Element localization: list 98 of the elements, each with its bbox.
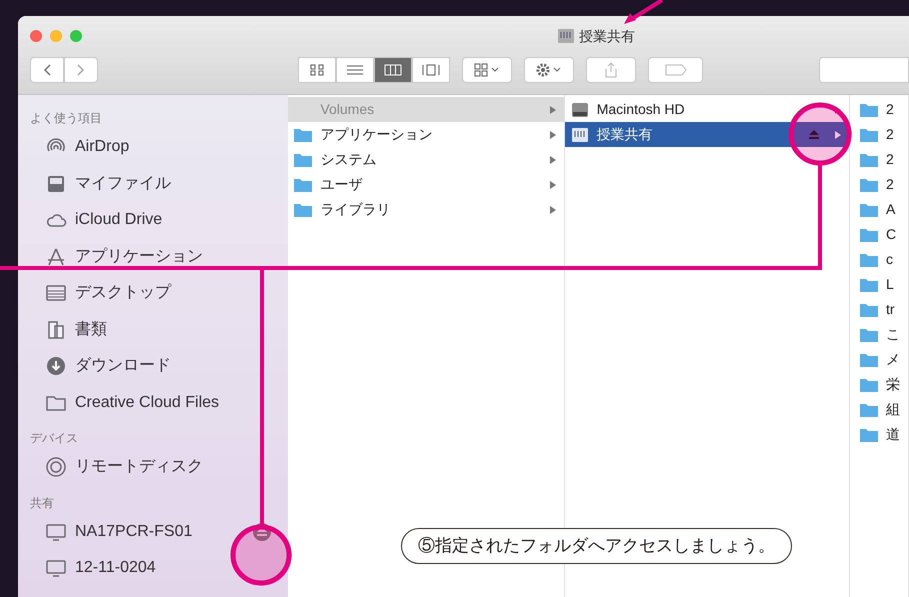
folder-icon bbox=[860, 278, 878, 292]
callout: ⑤指定されたフォルダへアクセスしましょう。 bbox=[401, 528, 792, 564]
sidebar-item[interactable]: NA17PCR-FS01 bbox=[30, 514, 288, 550]
view-mode-button[interactable] bbox=[374, 57, 412, 83]
column-row[interactable]: C bbox=[850, 222, 908, 247]
column-row[interactable]: 2 bbox=[850, 147, 908, 172]
share-icon bbox=[605, 62, 617, 78]
gallery-view-icon bbox=[421, 64, 441, 76]
eject-button[interactable] bbox=[253, 522, 272, 541]
folder-icon bbox=[860, 328, 878, 342]
column-row[interactable]: Macintosh HD bbox=[564, 97, 849, 122]
sidebar-item[interactable]: リモートディスク bbox=[30, 449, 288, 486]
folder-icon bbox=[294, 178, 312, 192]
column-row[interactable]: 2 bbox=[850, 122, 908, 147]
column-row[interactable]: メ bbox=[850, 347, 908, 372]
sidebar-item[interactable]: iCloud Drive bbox=[30, 202, 288, 238]
folder-icon bbox=[860, 202, 878, 216]
column-row[interactable]: こ bbox=[850, 322, 908, 347]
view-mode-button[interactable] bbox=[412, 57, 450, 83]
arrange-button[interactable] bbox=[462, 57, 512, 83]
disclosure-arrow-icon bbox=[550, 156, 556, 164]
tag-icon bbox=[664, 64, 686, 76]
column-row[interactable]: L bbox=[850, 272, 908, 297]
gear-icon bbox=[535, 62, 563, 78]
zoom-button[interactable] bbox=[70, 30, 82, 42]
column-row[interactable]: システム bbox=[288, 147, 564, 172]
column-row[interactable]: 栄 bbox=[850, 372, 908, 397]
chevron-right-icon bbox=[77, 64, 85, 76]
disc-icon bbox=[45, 456, 67, 478]
folder-icon bbox=[860, 228, 878, 242]
folder-icon bbox=[860, 352, 878, 366]
annotation-arrow bbox=[624, 0, 664, 24]
eject-icon bbox=[809, 130, 819, 139]
disclosure-arrow-icon bbox=[550, 206, 556, 214]
disclosure-arrow-icon bbox=[550, 106, 556, 114]
sidebar-item[interactable]: デスクトップ bbox=[30, 275, 288, 312]
column-row[interactable]: 2 bbox=[850, 172, 908, 197]
folder-icon bbox=[294, 128, 312, 142]
column-row[interactable]: c bbox=[850, 247, 908, 272]
disclosure-arrow-icon bbox=[550, 180, 556, 188]
disclosure-arrow-icon bbox=[835, 106, 841, 114]
section-heading: 共有 bbox=[30, 494, 55, 512]
download-icon bbox=[45, 355, 67, 378]
tag-button[interactable] bbox=[648, 57, 703, 83]
sidebar-item[interactable]: ダウンロード bbox=[30, 348, 288, 384]
sidebar-item[interactable]: アプリケーション bbox=[30, 238, 288, 275]
highlight-circle bbox=[788, 102, 852, 166]
section-heading: デバイス bbox=[30, 430, 79, 447]
folder-icon bbox=[860, 402, 878, 416]
forward-button[interactable] bbox=[64, 57, 98, 83]
eject-icon bbox=[257, 527, 268, 536]
folder-icon bbox=[860, 378, 878, 392]
server-icon bbox=[557, 28, 575, 44]
disclosure-arrow-icon bbox=[550, 130, 556, 138]
highlight-circle bbox=[230, 524, 292, 586]
sidebar-item[interactable]: 12-11-0204 bbox=[30, 550, 288, 586]
grid-dropdown-icon bbox=[474, 63, 500, 77]
column-row[interactable]: tr bbox=[850, 297, 908, 322]
column-row[interactable]: 授業共有 bbox=[564, 122, 849, 147]
server-icon bbox=[570, 126, 589, 142]
eject-button[interactable] bbox=[809, 130, 819, 139]
view-mode-button[interactable] bbox=[298, 57, 336, 83]
column-row[interactable]: 2 bbox=[850, 97, 908, 122]
close-button[interactable] bbox=[30, 30, 42, 42]
view-mode-button[interactable] bbox=[336, 57, 374, 83]
column-row[interactable]: A bbox=[850, 197, 908, 222]
chevron-left-icon bbox=[43, 64, 51, 76]
column-row[interactable]: 組 bbox=[850, 397, 908, 422]
folder-icon bbox=[860, 302, 878, 316]
search-field[interactable] bbox=[819, 57, 909, 83]
folder-icon bbox=[294, 202, 312, 216]
folder-icon bbox=[860, 152, 878, 166]
action-button[interactable] bbox=[524, 57, 574, 83]
disclosure-arrow-icon bbox=[835, 130, 841, 138]
folder-icon bbox=[860, 178, 878, 192]
minimize-button[interactable] bbox=[50, 30, 62, 42]
section-heading: よく使う項目 bbox=[30, 110, 103, 127]
sidebar-item[interactable]: マイファイル bbox=[30, 166, 288, 202]
app-store-icon bbox=[45, 246, 67, 268]
window-title: 授業共有 bbox=[579, 26, 635, 46]
sidebar-item[interactable]: Creative Cloud Files bbox=[30, 384, 288, 421]
icon-view-icon bbox=[310, 64, 324, 76]
folder-icon bbox=[860, 252, 878, 266]
column-row[interactable]: アプリケーション bbox=[288, 122, 564, 147]
column-row[interactable]: 道 bbox=[850, 422, 908, 447]
share-button[interactable] bbox=[586, 57, 636, 83]
column-row[interactable]: ユーザ bbox=[288, 172, 564, 197]
sidebar-item[interactable]: 書類 bbox=[30, 312, 288, 348]
folder-icon bbox=[294, 152, 312, 166]
folder-icon bbox=[860, 428, 878, 442]
column-row[interactable]: ライブラリ bbox=[288, 197, 564, 222]
list-view-icon bbox=[347, 64, 363, 76]
folder-icon bbox=[860, 128, 878, 142]
sidebar-item[interactable]: AirDrop bbox=[30, 129, 288, 166]
back-button[interactable] bbox=[30, 57, 64, 83]
hard-drive-icon bbox=[570, 102, 589, 118]
column-view-icon bbox=[384, 64, 402, 76]
folder-icon bbox=[860, 102, 878, 116]
